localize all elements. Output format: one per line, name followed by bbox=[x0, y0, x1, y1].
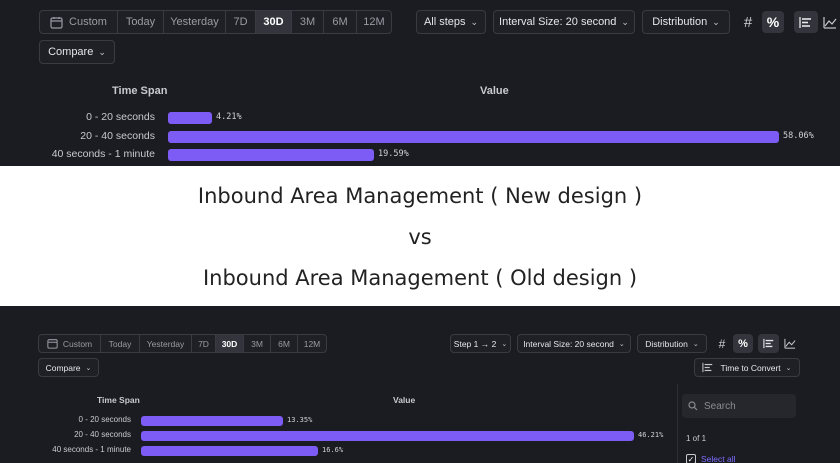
checkmark-icon: ✓ bbox=[686, 454, 696, 463]
chevron-down-icon: ⌄ bbox=[98, 46, 106, 57]
distribution-bar[interactable] bbox=[141, 446, 318, 456]
new-design-panel: Custom Today Yesterday 7D 30D 3M 6M 12M … bbox=[0, 0, 840, 166]
bar-value-label: 4.21% bbox=[216, 112, 242, 122]
interval-label: Interval Size: 20 second bbox=[523, 338, 614, 349]
time-to-convert-dropdown[interactable]: Time to Convert ⌄ bbox=[694, 358, 800, 377]
steps-label: All steps bbox=[423, 16, 466, 28]
interval-size-dropdown[interactable]: Interval Size: 20 second ⌄ bbox=[493, 10, 635, 34]
chevron-down-icon: ⌄ bbox=[470, 16, 479, 27]
tab-30d[interactable]: 30D bbox=[256, 11, 292, 33]
select-all-checkbox[interactable]: ✓ Select all bbox=[686, 454, 736, 463]
caption-new-design: Inbound Area Management ( New design ) bbox=[197, 184, 643, 208]
distribution-dropdown[interactable]: Distribution ⌄ bbox=[637, 334, 707, 353]
select-all-label: Select all bbox=[701, 454, 736, 463]
bar-value-label: 16.6% bbox=[322, 446, 344, 454]
tab-yesterday[interactable]: Yesterday bbox=[164, 11, 226, 33]
caption-old-design: Inbound Area Management ( Old design ) bbox=[202, 266, 638, 290]
tab-label: Custom bbox=[62, 338, 93, 349]
time-to-convert-icon bbox=[702, 362, 714, 373]
hash-icon[interactable]: # bbox=[712, 334, 732, 353]
bar-value-label: 58.06% bbox=[783, 130, 814, 141]
distribution-bar[interactable] bbox=[168, 130, 779, 143]
calendar-icon bbox=[47, 338, 58, 349]
tab-today[interactable]: Today bbox=[101, 335, 140, 352]
row-label: 40 seconds - 1 minute bbox=[52, 445, 131, 454]
search-input[interactable]: Search bbox=[682, 394, 796, 418]
steps-dropdown[interactable]: All steps ⌄ bbox=[416, 10, 486, 34]
compare-label: Compare bbox=[48, 46, 94, 58]
compare-dropdown[interactable]: Compare ⌄ bbox=[39, 40, 115, 64]
distribution-label: Distribution bbox=[652, 16, 708, 28]
col-header-time-span: Time Span bbox=[112, 85, 168, 97]
chevron-down-icon: ⌄ bbox=[712, 16, 720, 27]
hash-icon[interactable]: # bbox=[737, 11, 759, 33]
distribution-label: Distribution bbox=[645, 338, 688, 349]
interval-size-dropdown[interactable]: Interval Size: 20 second ⌄ bbox=[517, 334, 631, 353]
row-label: 0 - 20 seconds bbox=[78, 415, 131, 424]
distribution-dropdown[interactable]: Distribution ⌄ bbox=[642, 10, 730, 34]
tab-custom[interactable]: Custom bbox=[40, 11, 118, 33]
date-range-tabs: Custom Today Yesterday 7D 30D 3M 6M 12M bbox=[39, 10, 392, 34]
search-placeholder: Search bbox=[704, 400, 736, 412]
distribution-bar[interactable] bbox=[141, 431, 634, 441]
tab-today[interactable]: Today bbox=[118, 11, 164, 33]
tab-12m[interactable]: 12M bbox=[357, 11, 391, 33]
bar-value-label: 13.35% bbox=[287, 416, 313, 424]
compare-dropdown[interactable]: Compare ⌄ bbox=[38, 358, 99, 377]
percent-icon[interactable]: % bbox=[733, 334, 753, 353]
old-design-panel: Custom Today Yesterday 7D 30D 3M 6M 12M … bbox=[0, 306, 840, 463]
tab-6m[interactable]: 6M bbox=[324, 11, 357, 33]
tab-yesterday[interactable]: Yesterday bbox=[140, 335, 192, 352]
tab-7d[interactable]: 7D bbox=[192, 335, 216, 352]
col-header-value: Value bbox=[480, 85, 509, 97]
bar-value-label: 19.59% bbox=[378, 149, 409, 159]
chevron-down-icon: ⌄ bbox=[621, 16, 629, 27]
compare-label: Compare bbox=[45, 362, 81, 373]
distribution-bar[interactable] bbox=[168, 112, 212, 124]
tab-3m[interactable]: 3M bbox=[292, 11, 324, 33]
tab-12m[interactable]: 12M bbox=[298, 335, 326, 352]
tab-label: Custom bbox=[69, 16, 107, 28]
line-chart-icon[interactable] bbox=[820, 11, 840, 33]
chevron-down-icon: ⌄ bbox=[785, 364, 792, 372]
row-label: 0 - 20 seconds bbox=[86, 111, 155, 123]
bar-value-label: 46.21% bbox=[638, 431, 664, 439]
chevron-down-icon: ⌄ bbox=[501, 340, 508, 348]
steps-dropdown[interactable]: Step 1 → 2 ⌄ bbox=[450, 334, 511, 353]
row-label: 40 seconds - 1 minute bbox=[51, 148, 155, 160]
date-range-tabs: Custom Today Yesterday 7D 30D 3M 6M 12M bbox=[38, 334, 327, 353]
row-label: 20 - 40 seconds bbox=[74, 430, 131, 439]
tab-30d[interactable]: 30D bbox=[216, 335, 244, 352]
interval-label: Interval Size: 20 second bbox=[499, 16, 617, 28]
time-to-convert-label: Time to Convert bbox=[720, 362, 781, 373]
line-chart-icon[interactable] bbox=[780, 334, 800, 353]
bar-chart-icon[interactable] bbox=[758, 334, 779, 353]
row-label: 20 - 40 seconds bbox=[80, 129, 155, 142]
chevron-down-icon: ⌄ bbox=[618, 340, 625, 348]
tab-3m[interactable]: 3M bbox=[244, 335, 271, 352]
col-header-time-span: Time Span bbox=[97, 395, 140, 405]
steps-label: Step 1 → 2 bbox=[453, 338, 497, 349]
tab-7d[interactable]: 7D bbox=[226, 11, 256, 33]
search-icon bbox=[688, 401, 698, 411]
percent-icon[interactable]: % bbox=[762, 11, 784, 33]
series-filter-panel: Search 1 of 1 ✓ Select all bbox=[677, 384, 840, 463]
calendar-icon bbox=[50, 16, 63, 29]
tab-6m[interactable]: 6M bbox=[271, 335, 298, 352]
result-count: 1 of 1 bbox=[686, 434, 707, 443]
col-header-value: Value bbox=[393, 395, 416, 405]
bar-chart-icon[interactable] bbox=[794, 11, 818, 33]
chevron-down-icon: ⌄ bbox=[692, 340, 699, 348]
distribution-bar[interactable] bbox=[141, 416, 283, 426]
caption-vs: vs bbox=[408, 225, 432, 249]
distribution-bar[interactable] bbox=[168, 149, 374, 161]
tab-custom[interactable]: Custom bbox=[39, 335, 101, 352]
chevron-down-icon: ⌄ bbox=[85, 364, 92, 372]
